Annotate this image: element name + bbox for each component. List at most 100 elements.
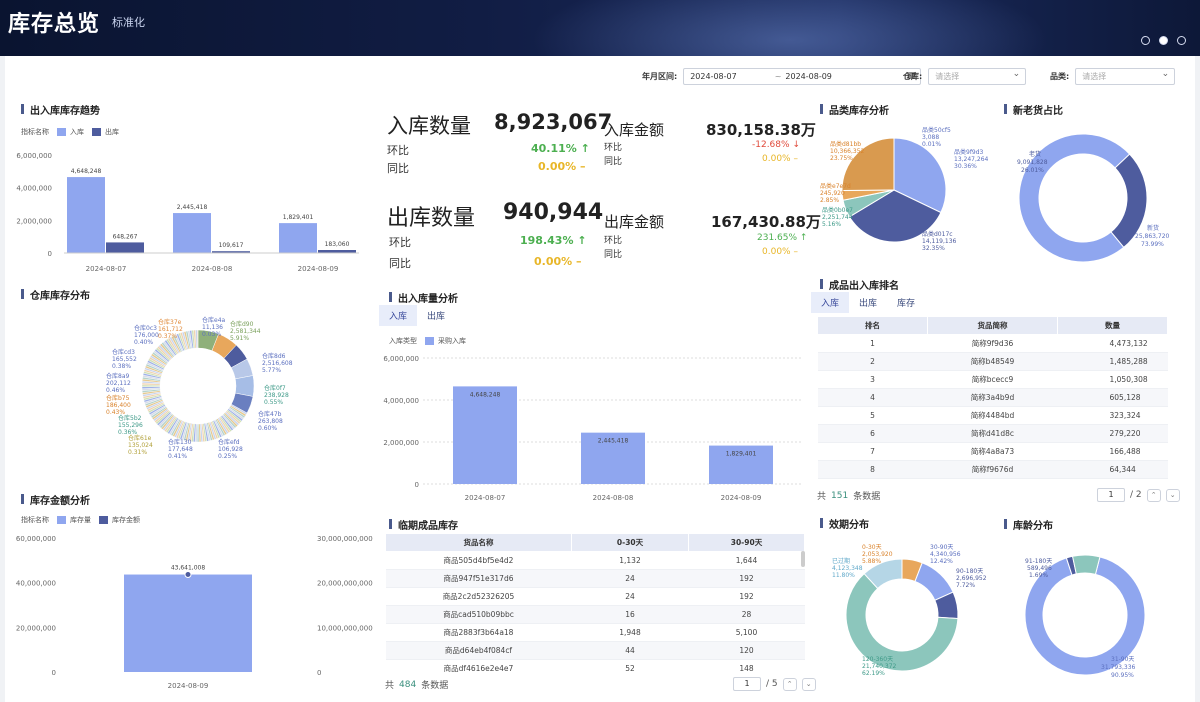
rank-cell: 7 (817, 442, 928, 461)
bar (67, 177, 105, 253)
rank-cell: 2 (817, 352, 928, 371)
rank-prev-button[interactable]: ⌃ (1146, 488, 1161, 502)
data-label: 2,445,418 (177, 204, 208, 211)
trend-legend-in[interactable]: 入库 (70, 127, 84, 137)
callout-name: 仓库e4a (202, 316, 226, 324)
table-row[interactable]: 商品d64eb4f084cf 44 120 (385, 641, 805, 660)
name-cell: 简称4a8a73 (927, 442, 1058, 461)
table-row[interactable]: 商品2c2d52326205 24 192 (385, 587, 805, 606)
name-cell: 简称9f9d36 (927, 334, 1058, 353)
table-row[interactable]: 商品505d4bf5e4d2 1,132 1,644 (385, 551, 805, 570)
expiring-page-input[interactable]: 1 (733, 677, 761, 691)
bar (124, 574, 252, 672)
table-row[interactable]: 5 简称4484bd 323,324 (817, 406, 1168, 425)
page-dot-2[interactable] (1159, 36, 1168, 45)
expiring-col-b[interactable]: 30-90天 (688, 533, 805, 552)
table-row[interactable]: 3 简称bcecc9 1,050,308 (817, 370, 1168, 389)
kpi-out-qty-yoy-label: 同比 (389, 257, 411, 270)
trend-legend-label: 指标名称 (21, 128, 49, 136)
category-select[interactable]: 请选择 ⌄ (1075, 67, 1176, 85)
amount-legend: 指标名称 库存量 库存金额 (21, 515, 140, 525)
table-row[interactable]: 商品2883f3b64a18 1,948 5,100 (385, 623, 805, 642)
slice-pct: 26.01% (1021, 167, 1044, 174)
date-filter: 年月区间: 2024-08-07 ~ 2024-08-09 ▦ (642, 67, 922, 85)
data-label: 43,641,008 (171, 565, 206, 572)
callout-value: 186,400 (106, 402, 131, 409)
table-row[interactable]: 6 简称d41d8c 279,220 (817, 424, 1168, 443)
kpi-in-amt-value: 830,158.38万 (706, 121, 816, 139)
trend-legend-out[interactable]: 出库 (105, 127, 119, 137)
page-dot-3[interactable] (1177, 36, 1186, 45)
warehouse-chart: 仓库37e161,7120.37%仓库e4a11,1360.03%仓库d902,… (106, 316, 293, 460)
expiring-scrollbar[interactable] (801, 551, 805, 567)
tab-rank-in[interactable]: 入库 (811, 292, 850, 313)
callout-name: 仓库0c3 (134, 324, 157, 332)
table-row[interactable]: 商品947f51e317d6 24 192 (385, 569, 805, 588)
callout-value: 238,928 (264, 392, 289, 399)
data-label: 4,648,248 (71, 168, 102, 175)
outin-legend: 入库类型 采购入库 (389, 336, 466, 346)
rank-page-input[interactable]: 1 (1097, 488, 1125, 502)
page-subtitle: 标准化 (112, 16, 145, 29)
amount-legend-qty[interactable]: 库存量 (70, 515, 91, 525)
shelf-chart: 0-30天2,053,9205.88% 30-90天4,340,95612.42%… (832, 544, 987, 677)
callout-name: 仓库cd3 (112, 348, 135, 356)
table-row[interactable]: 8 简称f9676d 64,344 (817, 460, 1168, 479)
header-glow (530, 0, 1050, 56)
slice-pct: 23.75% (830, 155, 853, 162)
expiring-table-scroll[interactable]: 货品名称 0-30天 30-90天 商品505d4bf5e4d2 1,132 1,6… (385, 533, 805, 673)
tab-rank-out[interactable]: 出库 (849, 292, 887, 313)
slice-name: 品类e7e7d (820, 182, 851, 190)
outin-legend-item[interactable]: 采购入库 (438, 336, 466, 346)
warehouse-select[interactable]: 请选择 ⌄ (928, 67, 1027, 85)
y-tick-label: 20,000,000 (16, 624, 56, 632)
trend-chart: 6,000,000 4,000,000 2,000,000 0 4,648,248 648… (16, 152, 359, 273)
expiring-col-a[interactable]: 0-30天 (571, 533, 689, 552)
tab-rank-stock[interactable]: 库存 (887, 292, 925, 313)
name-cell: 简称b48549 (927, 352, 1058, 371)
rank-table: 排名 货品简称 数量 1 简称9f9d36 4,473,132 2 简称b48549 1,… (817, 316, 1168, 479)
x-tick-label: 2024-08-08 (192, 265, 233, 273)
rank-total: 共 151 条数据 (817, 490, 881, 503)
qty-0-30-cell: 24 (571, 587, 689, 606)
amount-legend-amt[interactable]: 库存金额 (112, 515, 140, 525)
category-filter: 品类: 请选择 ⌄ (1050, 67, 1176, 85)
kpi-in-qty-yoy: 0.00% – (538, 160, 586, 173)
x-tick-label: 2024-08-08 (593, 494, 634, 502)
y-tick-label: 2,000,000 (16, 217, 52, 225)
rank-next-button[interactable]: ⌄ (1165, 488, 1180, 502)
rank-col-qty[interactable]: 数量 (1057, 316, 1168, 335)
slice-name: 品类50cf5 (922, 126, 951, 134)
table-row[interactable]: 4 简称3a4b9d 605,128 (817, 388, 1168, 407)
expiring-prev-button[interactable]: ⌃ (782, 677, 797, 691)
slice-value: 9,091,828 (1017, 159, 1048, 166)
date-range-input[interactable]: 2024-08-07 ~ 2024-08-09 ▦ (683, 67, 922, 85)
callout-value: 11,136 (202, 324, 223, 331)
trend-title: 出入库库存趋势 (21, 102, 100, 117)
qty-30-90-cell: 1,644 (688, 551, 805, 570)
table-row[interactable]: 7 简称4a8a73 166,488 (817, 442, 1168, 461)
amount-point (184, 571, 192, 579)
data-label: 1,829,401 (726, 451, 757, 458)
page-dot-1[interactable] (1141, 36, 1150, 45)
warehouse-placeholder: 请选择 (935, 71, 960, 81)
qty-0-30-cell: 52 (571, 659, 689, 673)
expiring-col-name[interactable]: 货品名称 (385, 533, 572, 552)
qty-cell: 323,324 (1057, 406, 1168, 425)
tab-outin-in[interactable]: 入库 (379, 305, 418, 326)
y-tick-label: 0 (48, 250, 52, 258)
slice-value: 2,251,744 (822, 214, 853, 221)
table-row[interactable]: 商品df4616e2e4e7 52 148 (385, 659, 805, 673)
callout-pct: 0.43% (106, 409, 125, 416)
slice-pct: 62.19% (862, 670, 885, 677)
amount-legend-label: 指标名称 (21, 516, 49, 524)
table-row[interactable]: 1 简称9f9d36 4,473,132 (817, 334, 1168, 353)
rank-col-rank[interactable]: 排名 (817, 316, 928, 335)
kpi-out-amt-mom: 231.65% ↑ (757, 233, 808, 243)
outin-chart: 6,000,000 4,000,000 2,000,000 0 4,648,248 202… (383, 355, 803, 502)
rank-col-name[interactable]: 货品简称 (927, 316, 1058, 335)
slice-name: 品类9f9d3 (954, 148, 984, 156)
table-row[interactable]: 商品cad510b09bbc 16 28 (385, 605, 805, 624)
table-row[interactable]: 2 简称b48549 1,485,288 (817, 352, 1168, 371)
tab-outin-out[interactable]: 出库 (417, 305, 455, 326)
